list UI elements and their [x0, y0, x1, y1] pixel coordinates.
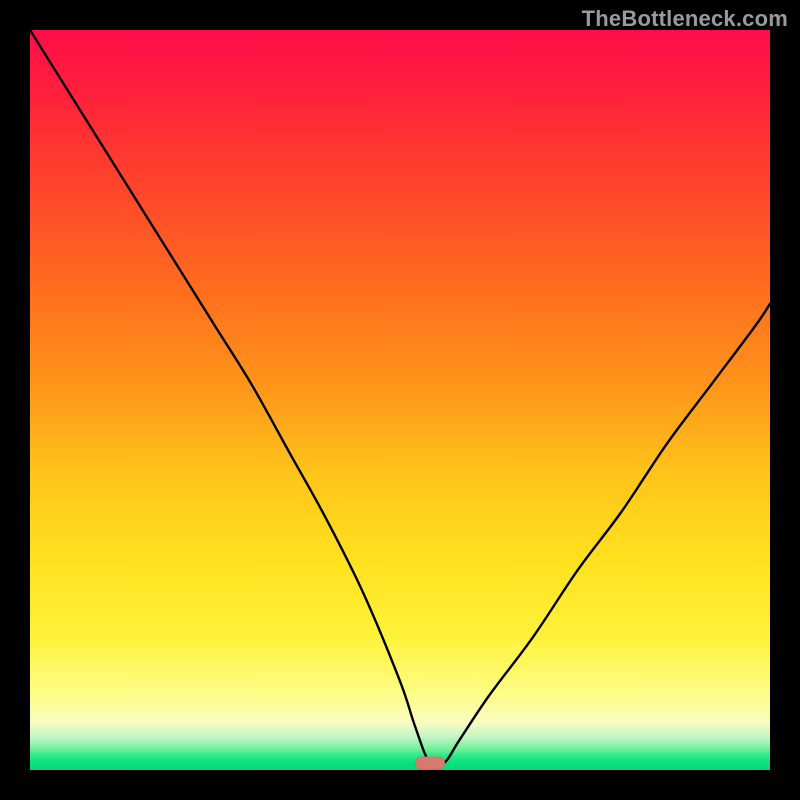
watermark-text: TheBottleneck.com: [582, 6, 788, 32]
chart-container: TheBottleneck.com: [0, 0, 800, 800]
minimum-marker: [415, 756, 445, 769]
bottleneck-curve: [30, 30, 770, 766]
plot-area: [30, 30, 770, 770]
curve-layer: [30, 30, 770, 770]
